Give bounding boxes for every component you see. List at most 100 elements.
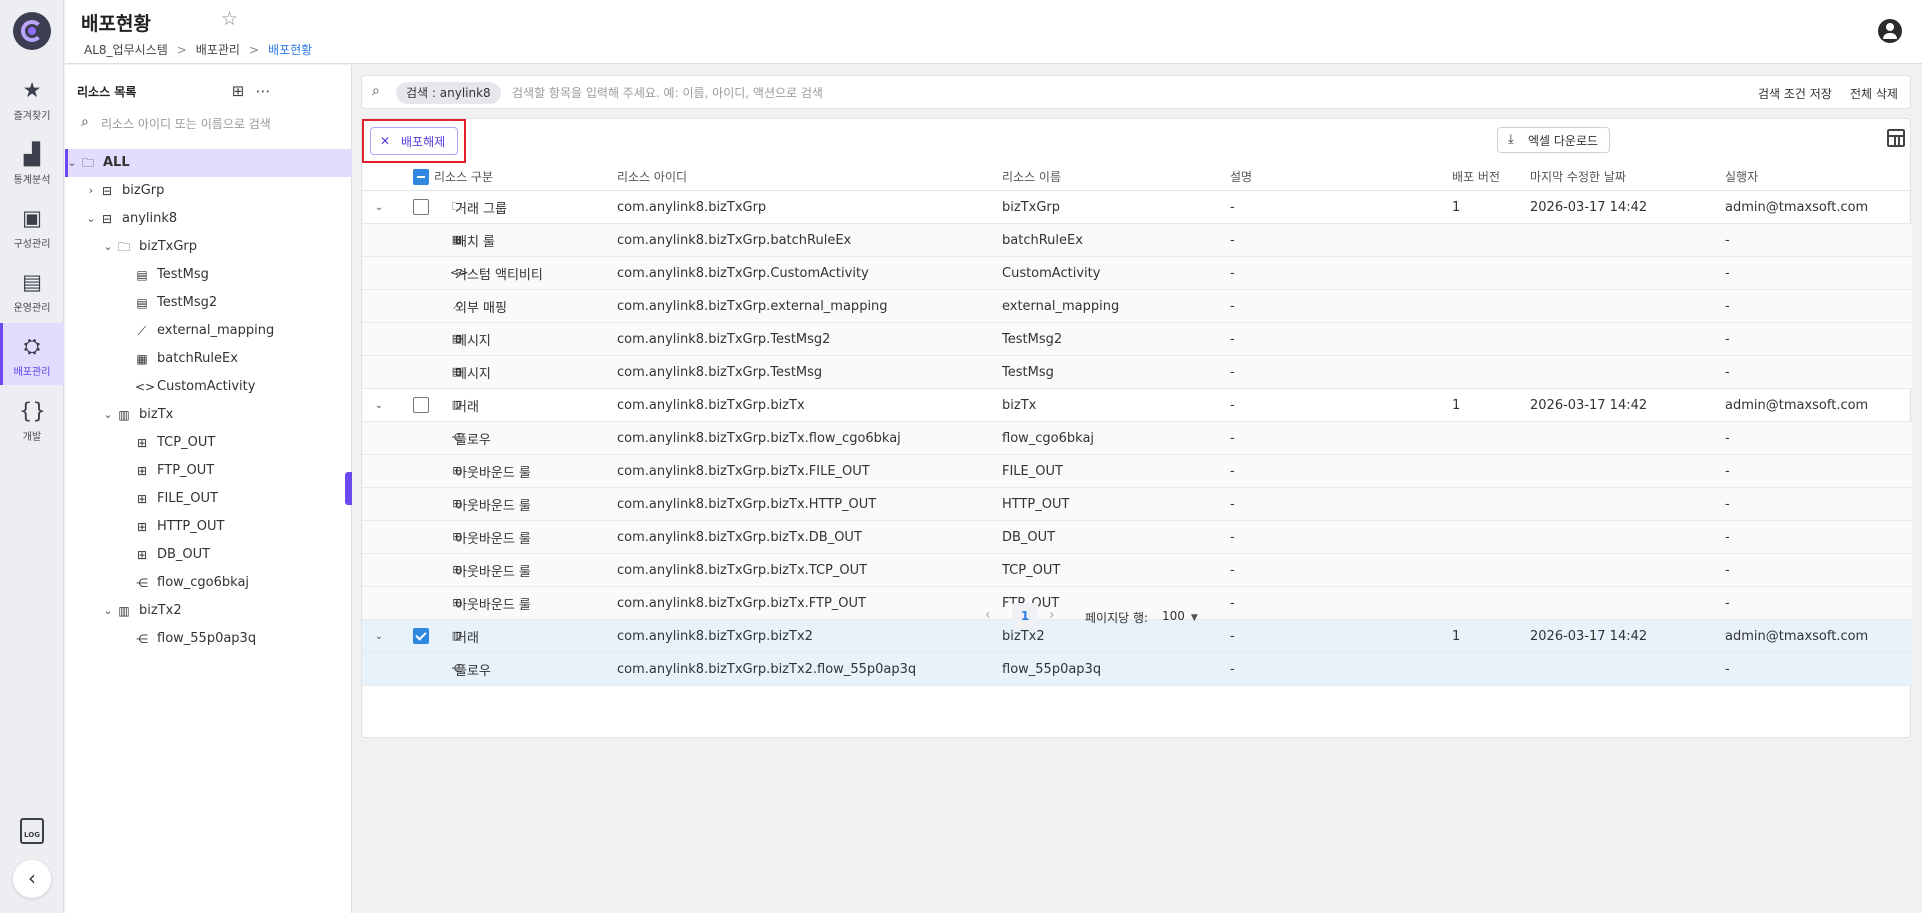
- cell-type: 외부 매핑: [455, 300, 507, 316]
- tree-node[interactable]: ⊞ DB_OUT: [65, 541, 352, 569]
- tree-node[interactable]: ⟋ external_mapping: [65, 317, 352, 345]
- table-row[interactable]: ▤ 메시지 com.anylink8.bizTxGrp.TestMsg2 TestMs…: [362, 323, 1912, 356]
- cell-modified: 2026-03-17 14:42: [1530, 397, 1648, 413]
- tree-node[interactable]: ⌄ 🗀 ALL: [65, 149, 352, 177]
- outbound-rule-icon: ⊞: [136, 548, 148, 562]
- cell-modified: [1530, 257, 1720, 289]
- chevron-down-icon[interactable]: ⌄: [101, 401, 115, 429]
- nav-item-operations[interactable]: ▤ 운영관리: [0, 259, 64, 321]
- nav-item-deployment[interactable]: ⛭ 배포관리: [0, 323, 64, 385]
- column-settings-icon[interactable]: [1887, 129, 1905, 147]
- search-filter-chip[interactable]: 검색 : anylink8: [396, 82, 501, 104]
- user-account-icon[interactable]: [1878, 19, 1902, 43]
- table-row[interactable]: ⊞ 아웃바운드 룰 com.anylink8.bizTxGrp.bizTx.DB_O…: [362, 521, 1912, 554]
- tree-node-label: batchRuleEx: [157, 351, 238, 366]
- cell-name: TCP_OUT: [1002, 562, 1061, 578]
- tree-node[interactable]: ⋲ flow_cgo6bkaj: [65, 569, 352, 597]
- page-number[interactable]: 1: [1012, 603, 1038, 629]
- table-row[interactable]: <> 커스텀 액티비티 com.anylink8.bizTxGrp.CustomAc…: [362, 257, 1912, 290]
- cell-desc: -: [1230, 232, 1235, 248]
- tree-node-label: HTTP_OUT: [157, 519, 225, 534]
- row-checkbox[interactable]: [413, 199, 429, 215]
- table-row[interactable]: ⌄ 🗀 거래 그룹 com.anylink8.bizTxGrp bizTxGrp -1 20…: [362, 191, 1912, 224]
- excel-download-button[interactable]: ⤓ 엑셀 다운로드: [1497, 127, 1610, 153]
- column-header[interactable]: 리소스 구분: [434, 163, 609, 190]
- table-row[interactable]: ⋲ 플로우 com.anylink8.bizTxGrp.bizTx2.flow_55…: [362, 653, 1912, 686]
- table-row[interactable]: ⊞ 아웃바운드 룰 com.anylink8.bizTxGrp.bizTx.FILE…: [362, 455, 1912, 488]
- table-row[interactable]: ⋲ 플로우 com.anylink8.bizTxGrp.bizTx.flow_cgo…: [362, 422, 1912, 455]
- nav-item-statistics[interactable]: ▟ 통계분석: [0, 131, 64, 193]
- tree-expand-icon[interactable]: ⊞: [228, 81, 248, 101]
- chevron-down-icon[interactable]: ⌄: [101, 597, 115, 625]
- nav-item-configuration[interactable]: ▣ 구성관리: [0, 195, 64, 257]
- tree-node[interactable]: ⊞ FILE_OUT: [65, 485, 352, 513]
- table-row[interactable]: ⊞ 아웃바운드 룰 com.anylink8.bizTxGrp.bizTx.TCP_…: [362, 554, 1912, 587]
- tree-node[interactable]: ⌄ ▥ bizTx: [65, 401, 352, 429]
- cell-executor: -: [1725, 562, 1730, 578]
- chevron-down-icon[interactable]: ⌄: [372, 389, 386, 421]
- log-icon[interactable]: LOG: [20, 818, 44, 844]
- tree-node[interactable]: ▤ TestMsg2: [65, 289, 352, 317]
- filter-search-input[interactable]: [512, 82, 1312, 104]
- clear-all-button[interactable]: 전체 삭제: [1850, 85, 1898, 102]
- cell-version: [1452, 422, 1522, 454]
- tree-node[interactable]: ⌄ ▥ bizTx2: [65, 597, 352, 625]
- tree-node[interactable]: ⌄ 🗀 bizTxGrp: [65, 233, 352, 261]
- tree-node[interactable]: ⊞ FTP_OUT: [65, 457, 352, 485]
- chevron-down-icon[interactable]: ⌄: [101, 233, 115, 261]
- tree-node[interactable]: ⋲ flow_55p0ap3q: [65, 625, 352, 653]
- tree-node[interactable]: ▤ TestMsg: [65, 261, 352, 289]
- flow-icon: ⋲: [136, 632, 148, 646]
- column-header[interactable]: 배포 버전: [1452, 163, 1522, 190]
- column-header[interactable]: 마지막 수정한 날짜: [1530, 163, 1720, 190]
- tree-node[interactable]: ▦ batchRuleEx: [65, 345, 352, 373]
- chevron-right-icon[interactable]: ›: [84, 177, 98, 205]
- cell-version: [1452, 224, 1522, 256]
- column-header[interactable]: 실행자: [1725, 163, 1910, 190]
- breadcrumb-item[interactable]: 배포관리: [196, 43, 240, 57]
- table-row[interactable]: ⊞ 아웃바운드 룰 com.anylink8.bizTxGrp.bizTx.HTTP…: [362, 488, 1912, 521]
- chevron-down-icon[interactable]: ⌄: [65, 149, 79, 177]
- panel-resize-handle[interactable]: [345, 472, 352, 505]
- pagination: ‹ 1 › 페이지당 행: 100 ▼: [362, 601, 1912, 631]
- tree-node[interactable]: › ⊟ bizGrp: [65, 177, 352, 205]
- table-row[interactable]: ▦ 배치 룰 com.anylink8.bizTxGrp.batchRuleEx ba…: [362, 224, 1912, 257]
- breadcrumb-item[interactable]: AL8_업무시스템: [84, 43, 168, 57]
- cell-id: com.anylink8.bizTxGrp.bizTx.FILE_OUT: [617, 463, 870, 479]
- tree-node-label: FTP_OUT: [157, 463, 215, 478]
- tree-node[interactable]: <> CustomActivity: [65, 373, 352, 401]
- table-row[interactable]: ⟋ 외부 매핑 com.anylink8.bizTxGrp.external_map…: [362, 290, 1912, 323]
- chevron-down-icon[interactable]: ⌄: [84, 205, 98, 233]
- chevron-down-icon[interactable]: ⌄: [372, 191, 386, 223]
- table-row[interactable]: ▤ 메시지 com.anylink8.bizTxGrp.TestMsg TestMsg…: [362, 356, 1912, 389]
- operations-icon: ▤: [22, 270, 42, 294]
- prev-page-icon[interactable]: ‹: [985, 607, 991, 623]
- tree-node[interactable]: ⌄ ⊟ anylink8: [65, 205, 352, 233]
- nav-item-favorites[interactable]: ★ 즐겨찾기: [0, 67, 64, 129]
- tree-node[interactable]: ⊞ TCP_OUT: [65, 429, 352, 457]
- column-header[interactable]: 설명: [1230, 163, 1445, 190]
- app-logo[interactable]: [13, 12, 51, 50]
- nav-item-development[interactable]: {} 개발: [0, 388, 64, 450]
- tree-node-label: TestMsg2: [157, 295, 218, 310]
- collapse-sidebar-button[interactable]: ‹: [13, 860, 51, 898]
- rows-per-page-select[interactable]: 100 ▼: [1162, 609, 1198, 623]
- message-icon: ▤: [136, 296, 148, 310]
- undeploy-button[interactable]: ✕ 배포해제: [370, 127, 458, 155]
- select-all-checkbox[interactable]: [413, 168, 429, 185]
- table-row[interactable]: ⌄ ▥ 거래 com.anylink8.bizTxGrp.bizTx bizTx -1 20…: [362, 389, 1912, 422]
- tree-node[interactable]: ⊞ HTTP_OUT: [65, 513, 352, 541]
- deployment-icon: ⛭: [23, 334, 41, 358]
- cell-name: flow_cgo6bkaj: [1002, 430, 1095, 446]
- tree-settings-icon[interactable]: ⋯: [253, 81, 273, 101]
- column-header[interactable]: 리소스 이름: [1002, 163, 1222, 190]
- favorite-star-icon[interactable]: ☆: [221, 8, 238, 30]
- table-header: 리소스 구분 리소스 아이디 리소스 이름 설명 배포 버전 마지막 수정한 날짜 실행자: [362, 163, 1912, 191]
- save-search-button[interactable]: 검색 조건 저장: [1758, 85, 1832, 102]
- cell-desc: -: [1230, 364, 1235, 380]
- resource-search-input[interactable]: [101, 111, 331, 137]
- breadcrumb-separator-icon: >: [248, 43, 260, 57]
- row-checkbox[interactable]: [413, 397, 429, 413]
- next-page-icon[interactable]: ›: [1049, 607, 1055, 623]
- column-header[interactable]: 리소스 아이디: [617, 163, 997, 190]
